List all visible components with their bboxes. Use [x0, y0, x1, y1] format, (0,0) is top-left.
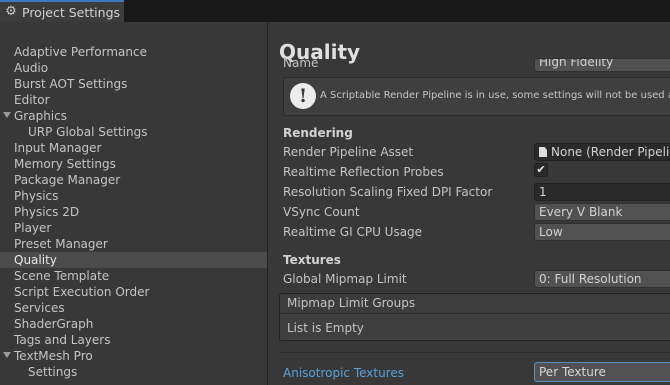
foldout-arrow-icon[interactable]	[3, 112, 11, 118]
quality-level-name-field[interactable]: High Fidelity	[534, 58, 670, 72]
asset-file-icon	[539, 147, 547, 157]
section-divider	[279, 352, 670, 353]
dpi-factor-label: Resolution Scaling Fixed DPI Factor	[283, 185, 493, 199]
vsync-count-label: VSync Count	[283, 205, 360, 219]
sidebar-item-quality[interactable]: Quality	[0, 252, 267, 268]
foldout-arrow-icon[interactable]	[3, 352, 11, 358]
sidebar-item-package-manager[interactable]: Package Manager	[0, 172, 267, 188]
sidebar-item-graphics[interactable]: Graphics	[0, 108, 267, 124]
sidebar-item-burst-aot-settings[interactable]: Burst AOT Settings	[0, 76, 267, 92]
global-mipmap-limit-label: Global Mipmap Limit	[283, 272, 407, 286]
gear-icon: ⚙	[5, 4, 17, 19]
quality-settings-panel: Quality Name High Fidelity ! A Scriptabl…	[270, 22, 670, 385]
realtime-gi-cpu-usage-label: Realtime GI CPU Usage	[283, 225, 423, 239]
list-empty-text: List is Empty	[287, 321, 364, 335]
sidebar-item-textmesh-settings[interactable]: Settings	[0, 364, 267, 380]
sidebar-item-urp-global-settings[interactable]: URP Global Settings	[0, 124, 267, 140]
realtime-reflection-probes-checkbox[interactable]: ✔	[534, 163, 548, 177]
sidebar-item-player[interactable]: Player	[0, 220, 267, 236]
sidebar-item-physics-2d[interactable]: Physics 2D	[0, 204, 267, 220]
sidebar-item-shadergraph[interactable]: ShaderGraph	[0, 316, 267, 332]
textures-section-header: Textures	[283, 253, 341, 267]
sidebar-item-preset-manager[interactable]: Preset Manager	[0, 236, 267, 252]
sidebar-item-audio[interactable]: Audio	[0, 60, 267, 76]
project-settings-tab[interactable]: ⚙ Project Settings	[0, 0, 124, 22]
info-help-box: ! A Scriptable Render Pipeline is in use…	[283, 77, 670, 116]
anisotropic-textures-dropdown[interactable]: Per Texture	[534, 362, 670, 382]
sidebar-item-scene-template[interactable]: Scene Template	[0, 268, 267, 284]
global-mipmap-limit-dropdown[interactable]: 0: Full Resolution	[534, 270, 670, 288]
settings-sidebar: Adaptive Performance Audio Burst AOT Set…	[0, 22, 268, 385]
sidebar-item-memory-settings[interactable]: Memory Settings	[0, 156, 267, 172]
dpi-factor-input[interactable]: 1	[534, 183, 670, 201]
mipmap-limit-groups-header[interactable]: Mipmap Limit Groups	[280, 294, 670, 314]
realtime-gi-cpu-usage-dropdown[interactable]: Low	[534, 223, 670, 241]
vsync-count-dropdown[interactable]: Every V Blank	[534, 203, 670, 221]
sidebar-item-input-manager[interactable]: Input Manager	[0, 140, 267, 156]
anisotropic-textures-label: Anisotropic Textures	[283, 366, 405, 380]
sidebar-item-textmesh-pro[interactable]: TextMesh Pro	[0, 348, 267, 364]
realtime-reflection-probes-label: Realtime Reflection Probes	[283, 165, 444, 179]
info-icon: !	[290, 83, 316, 109]
name-label: Name	[283, 58, 319, 70]
sidebar-item-script-execution-order[interactable]: Script Execution Order	[0, 284, 267, 300]
sidebar-item-services[interactable]: Services	[0, 300, 267, 316]
rendering-section-header: Rendering	[283, 126, 353, 140]
sidebar-item-adaptive-performance[interactable]: Adaptive Performance	[0, 44, 267, 60]
sidebar-item-editor[interactable]: Editor	[0, 92, 267, 108]
sidebar-item-physics[interactable]: Physics	[0, 188, 267, 204]
title-bar: ⚙ Project Settings	[0, 0, 670, 22]
mipmap-limit-groups-list: Mipmap Limit Groups List is Empty	[279, 293, 670, 341]
sidebar-item-tags-and-layers[interactable]: Tags and Layers	[0, 332, 267, 348]
render-pipeline-asset-field[interactable]: None (Render Pipeline	[534, 143, 670, 161]
info-message: A Scriptable Render Pipeline is in use, …	[320, 90, 670, 101]
render-pipeline-asset-label: Render Pipeline Asset	[283, 145, 414, 159]
tab-title: Project Settings	[22, 4, 121, 20]
